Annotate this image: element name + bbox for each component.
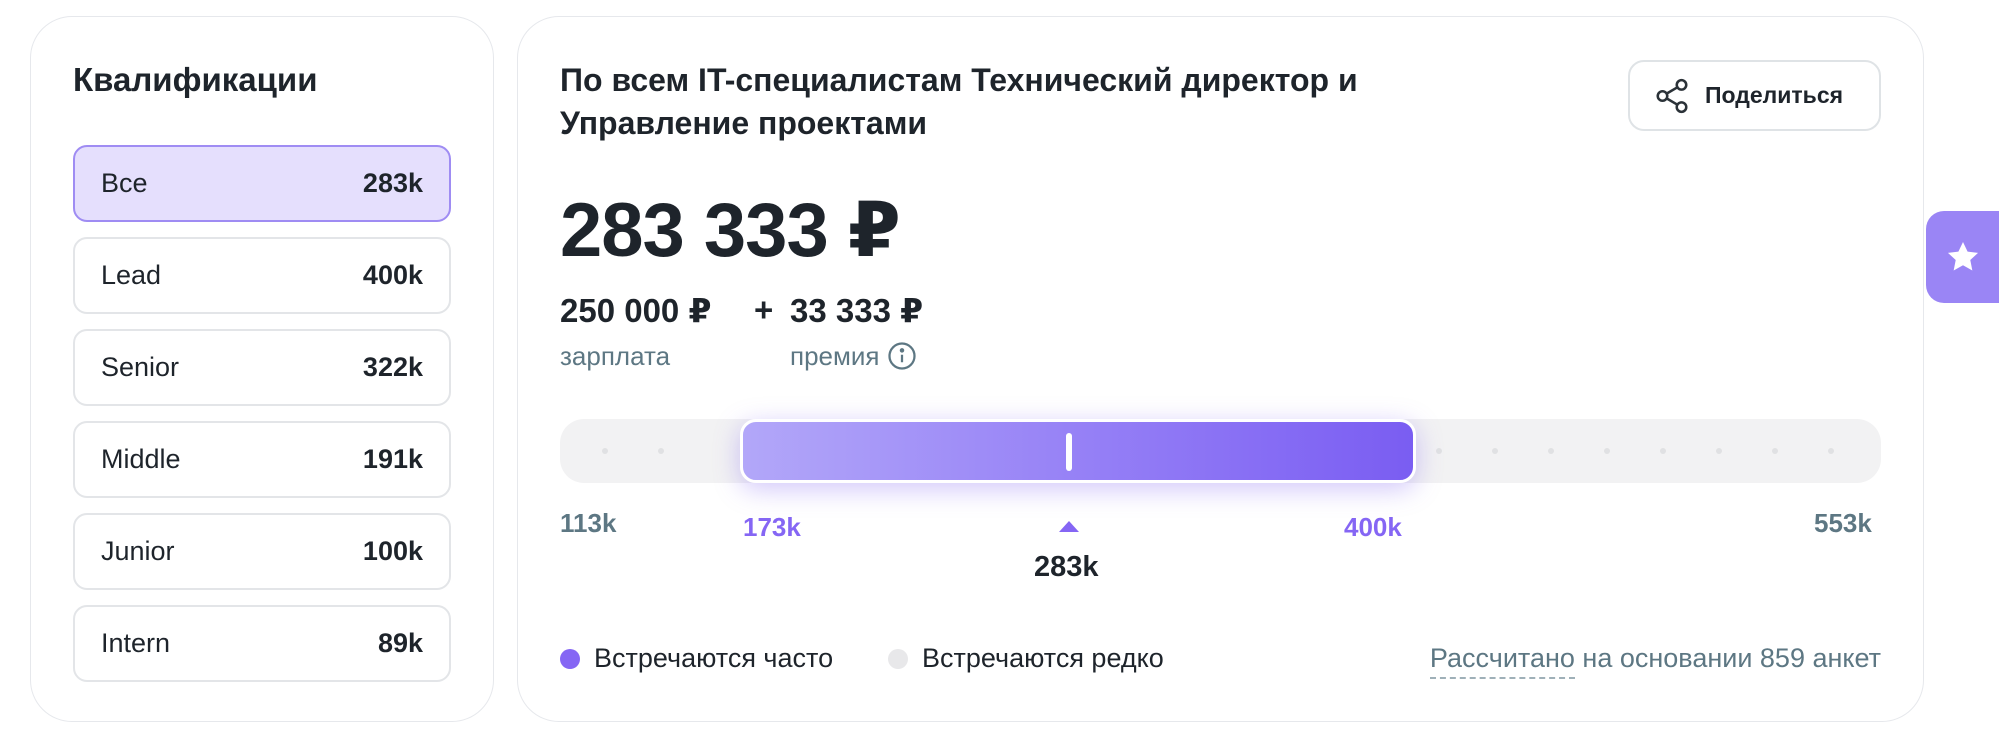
scale-dot [602, 448, 608, 454]
share-icon [1656, 78, 1688, 113]
scale-dot [1604, 448, 1610, 454]
qualification-item-junior[interactable]: Junior 100k [73, 513, 451, 590]
median-value: 283k [1034, 551, 1099, 583]
bonus-label-wrap: премия [790, 341, 917, 372]
share-button[interactable]: Поделиться [1628, 60, 1881, 131]
qualification-name: Middle [101, 444, 181, 474]
scale-dot [1660, 448, 1666, 454]
common-range-bar [740, 419, 1416, 483]
qualification-value: 100k [362, 536, 423, 566]
source-text: на основании 859 анкет [1574, 643, 1881, 673]
source-link[interactable]: Рассчитано [1429, 643, 1575, 679]
scale-dot [1548, 448, 1554, 454]
base-salary: 250 000 ₽ [560, 292, 712, 329]
qualification-item-lead[interactable]: Lead 400k [73, 237, 451, 314]
bonus-label: премия [790, 341, 880, 371]
scale-dot [1716, 448, 1722, 454]
legend-rare: Встречаются редко [888, 643, 1164, 674]
qualification-name: Lead [101, 260, 162, 290]
qualification-value: 322k [362, 352, 423, 382]
legend-often: Встречаются часто [560, 643, 833, 674]
qualifications-title: Квалификации [73, 61, 318, 98]
scale-dot [1436, 448, 1442, 454]
total-salary: 283 333 ₽ [560, 188, 901, 273]
rare-dot-icon [888, 648, 908, 669]
salary-label: зарплата [560, 341, 671, 371]
qualification-value: 89k [377, 628, 423, 658]
info-icon[interactable] [887, 341, 917, 371]
scale-dot [1772, 448, 1778, 454]
page-title: По всем IT-специалистам Технический дире… [560, 62, 1358, 141]
salary-panel: По всем IT-специалистам Технический дире… [517, 16, 1924, 722]
qualification-name: Все [101, 168, 148, 198]
scale-dot [1492, 448, 1498, 454]
scale-min: 113k [560, 508, 617, 538]
median-caret-icon [1059, 521, 1079, 532]
range-low: 173k [743, 512, 801, 542]
favorite-button[interactable] [1926, 211, 1999, 303]
source-note: Рассчитано на основании 859 анкет [1429, 643, 1881, 679]
qualification-name: Senior [101, 352, 180, 382]
qualification-name: Intern [101, 628, 171, 658]
qualifications-list: Все 283k Lead 400k Senior 322k Middle 19… [73, 145, 451, 697]
qualification-value: 283k [362, 168, 423, 198]
qualification-name: Junior [101, 536, 175, 566]
plus-sign: + [754, 291, 774, 328]
qualification-item-intern[interactable]: Intern 89k [73, 605, 451, 682]
bonus-amount: 33 333 ₽ [790, 292, 924, 329]
qualifications-panel: Квалификации Все 283k Lead 400k Senior 3… [30, 16, 494, 722]
qualification-item-middle[interactable]: Middle 191k [73, 421, 451, 498]
median-marker [1066, 433, 1072, 471]
scale-dot [1828, 448, 1834, 454]
scale-max: 553k [1814, 508, 1872, 538]
qualification-value: 400k [362, 260, 423, 290]
legend-rare-label: Встречаются редко [922, 643, 1164, 673]
range-high: 400k [1344, 512, 1402, 542]
star-icon [1947, 241, 1978, 271]
often-dot-icon [560, 648, 580, 669]
qualification-value: 191k [362, 444, 423, 474]
share-label: Поделиться [1705, 82, 1844, 108]
qualification-item-senior[interactable]: Senior 322k [73, 329, 451, 406]
scale-dot [658, 448, 664, 454]
qualification-item-all[interactable]: Все 283k [73, 145, 451, 222]
legend-often-label: Встречаются часто [594, 643, 834, 673]
